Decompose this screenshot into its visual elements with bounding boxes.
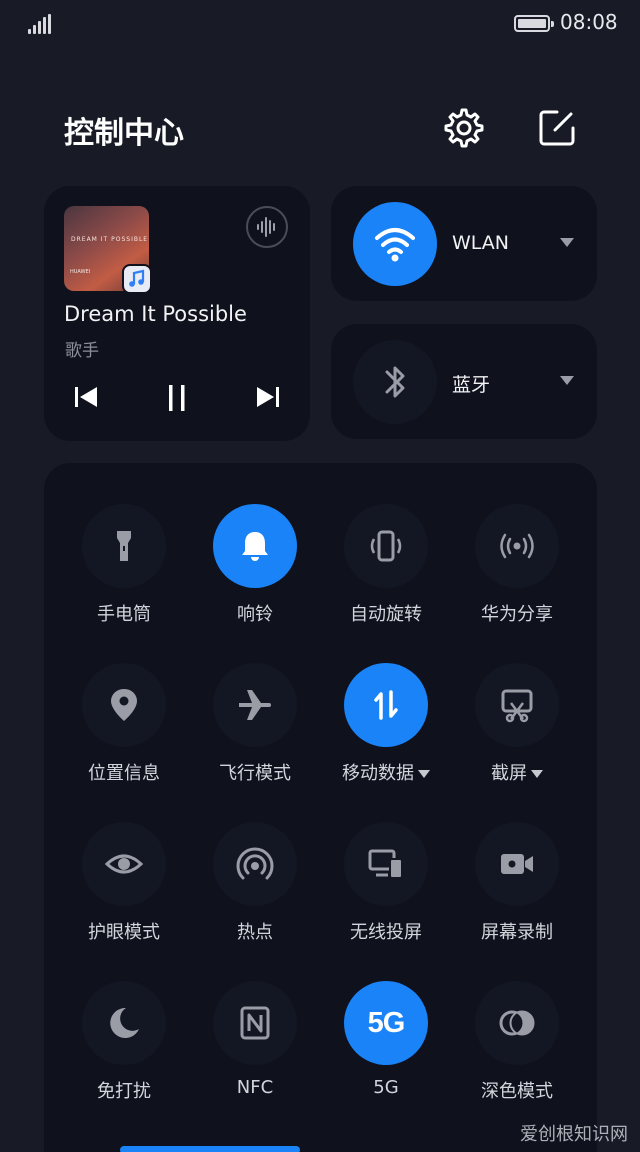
toggle-label: NFC — [236, 1077, 274, 1098]
status-time: 08:08 — [560, 10, 618, 34]
auto-rotate-icon[interactable] — [344, 504, 428, 588]
bell-icon[interactable] — [213, 504, 297, 588]
edit-icon[interactable] — [535, 106, 579, 150]
location-icon[interactable] — [82, 663, 166, 747]
page-title: 控制中心 — [64, 116, 184, 151]
mobile-data-icon[interactable] — [344, 663, 428, 747]
screenshot-icon[interactable] — [475, 663, 559, 747]
toggle-label: 位置信息 — [88, 763, 160, 784]
toggle-label: 5G — [373, 1077, 399, 1098]
nfc-icon[interactable] — [213, 981, 297, 1065]
album-brand: HUAWEI — [70, 269, 91, 275]
toggle-label: 响铃 — [237, 604, 273, 625]
chevron-down-icon[interactable] — [531, 770, 543, 778]
toggle-auto-rotate[interactable]: 自动旋转 — [321, 504, 451, 644]
toggle-label: 热点 — [237, 922, 273, 943]
wlan-label: WLAN — [452, 232, 510, 254]
wlan-card[interactable]: WLAN — [331, 186, 597, 301]
toggle-flashlight[interactable]: 手电筒 — [59, 504, 189, 644]
toggle-label: 截屏 — [442, 759, 592, 785]
airplane-icon[interactable] — [213, 663, 297, 747]
toggle-ringer[interactable]: 响铃 — [190, 504, 320, 644]
audio-wave-icon[interactable] — [246, 206, 288, 248]
toggle-airplane[interactable]: 飞行模式 — [190, 663, 320, 803]
gear-icon[interactable] — [442, 106, 486, 150]
toggle-label: 移动数据 — [311, 759, 461, 785]
signal-bars-icon — [28, 14, 52, 34]
bluetooth-icon[interactable] — [353, 340, 437, 424]
next-icon[interactable] — [253, 382, 283, 412]
chevron-down-icon[interactable] — [560, 376, 574, 385]
toggle-5g[interactable]: 5G 5G — [321, 981, 451, 1121]
toggle-label: 华为分享 — [481, 604, 553, 625]
chevron-down-icon[interactable] — [418, 770, 430, 778]
toggle-huawei-share[interactable]: 华为分享 — [452, 504, 582, 644]
toggle-screenshot[interactable]: 截屏 — [452, 663, 582, 803]
pause-icon[interactable] — [162, 382, 192, 412]
bluetooth-card[interactable]: 蓝牙 — [331, 324, 597, 439]
5g-icon[interactable]: 5G — [344, 981, 428, 1065]
toggle-dark-mode[interactable]: 深色模式 — [452, 981, 582, 1121]
toggle-label: 自动旋转 — [350, 604, 422, 625]
bluetooth-label: 蓝牙 — [452, 374, 491, 396]
toggle-label: 无线投屏 — [350, 922, 422, 943]
artist-name: 歌手 — [65, 341, 99, 361]
wifi-icon[interactable] — [353, 202, 437, 286]
battery-icon — [514, 15, 554, 32]
toggle-nfc[interactable]: NFC — [190, 981, 320, 1121]
toggle-label: 护眼模式 — [88, 922, 160, 943]
toggle-do-not-disturb[interactable]: 免打扰 — [59, 981, 189, 1121]
song-title: Dream It Possible — [64, 302, 247, 326]
quick-settings-panel: 手电筒 响铃 自动旋转 华为分享 位置信息 飞行模式 移动数据 截屏 护眼模式 … — [44, 463, 597, 1152]
watermark: 爱创根知识网 — [520, 1124, 628, 1145]
previous-icon[interactable] — [71, 382, 101, 412]
toggle-screen-record[interactable]: 屏幕录制 — [452, 822, 582, 962]
media-card[interactable]: DREAM IT POSSIBLE HUAWEI Dream It Possib… — [44, 186, 310, 441]
toggle-location[interactable]: 位置信息 — [59, 663, 189, 803]
dark-mode-icon[interactable] — [475, 981, 559, 1065]
toggle-label: 手电筒 — [97, 604, 151, 625]
toggle-screen-cast[interactable]: 无线投屏 — [321, 822, 451, 962]
eye-icon[interactable] — [82, 822, 166, 906]
toggle-label: 屏幕录制 — [481, 922, 553, 943]
toggle-eye-comfort[interactable]: 护眼模式 — [59, 822, 189, 962]
album-title: DREAM IT POSSIBLE — [71, 236, 149, 243]
screen-cast-icon[interactable] — [344, 822, 428, 906]
toggle-hotspot[interactable]: 热点 — [190, 822, 320, 962]
share-icon[interactable] — [475, 504, 559, 588]
hotspot-icon[interactable] — [213, 822, 297, 906]
moon-icon[interactable] — [82, 981, 166, 1065]
toggle-mobile-data[interactable]: 移动数据 — [321, 663, 451, 803]
scroll-indicator — [120, 1146, 300, 1152]
status-bar: 08:08 — [0, 0, 640, 48]
music-app-icon — [122, 264, 152, 294]
toggle-label: 深色模式 — [481, 1081, 553, 1102]
chevron-down-icon[interactable] — [560, 238, 574, 247]
toggle-label: 飞行模式 — [219, 763, 291, 784]
flashlight-icon[interactable] — [82, 504, 166, 588]
toggle-label: 免打扰 — [97, 1081, 151, 1102]
screen-record-icon[interactable] — [475, 822, 559, 906]
